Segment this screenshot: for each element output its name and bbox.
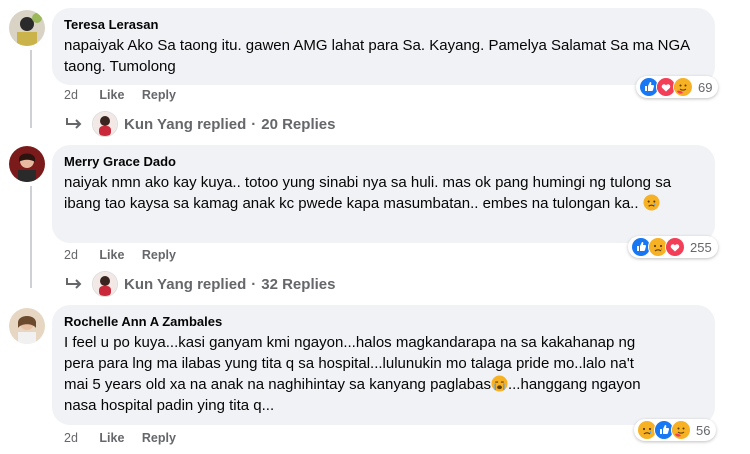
- reply-button[interactable]: Reply: [142, 88, 176, 102]
- view-replies[interactable]: Kun Yang replied · 32 Replies: [64, 271, 335, 297]
- reaction-count: 255: [690, 239, 712, 255]
- timestamp[interactable]: 2d: [64, 431, 78, 445]
- comment-text-line: I feel u po kuya...kasi ganyam kmi ngayo…: [64, 334, 636, 351]
- thread-line: [30, 50, 32, 128]
- reaction-summary[interactable]: 69: [636, 76, 719, 98]
- comment-actions: 2d Like Reply: [64, 88, 190, 102]
- avatar[interactable]: [9, 10, 45, 46]
- care-icon: [673, 77, 693, 97]
- replier-avatar: [92, 111, 118, 137]
- replied-by: Kun Yang replied: [124, 115, 247, 133]
- reply-arrow-icon: [66, 278, 82, 289]
- view-replies[interactable]: Kun Yang replied · 20 Replies: [64, 111, 335, 137]
- thread-line: [30, 186, 32, 288]
- comment-text-line: nasa hospital padin ying tita q...: [64, 397, 275, 414]
- avatar[interactable]: [9, 146, 45, 182]
- reaction-summary[interactable]: 56: [634, 419, 717, 441]
- author-name[interactable]: Rochelle Ann A Zambales: [64, 313, 703, 330]
- like-button[interactable]: Like: [99, 431, 124, 445]
- replied-by: Kun Yang replied: [124, 275, 247, 293]
- reply-arrow-icon: [66, 118, 82, 129]
- comment-text-line: pera para lng ma ilabas yung tita q sa h…: [64, 355, 634, 372]
- comment-text-segment: ...hanggang ngayon: [507, 376, 641, 393]
- comment-text-segment: mai 5 years old xa na anak na naghihinta…: [64, 376, 491, 393]
- love-icon: [665, 237, 685, 257]
- care-icon: [671, 420, 691, 440]
- author-name[interactable]: Merry Grace Dado: [64, 153, 703, 170]
- like-button[interactable]: Like: [99, 88, 124, 102]
- reply-button[interactable]: Reply: [142, 431, 176, 445]
- replies-count: 20 Replies: [261, 115, 336, 133]
- timestamp[interactable]: 2d: [64, 248, 78, 262]
- separator-dot: ·: [251, 275, 257, 293]
- reaction-count: 56: [696, 422, 711, 438]
- comment-text-body: naiyak nmn ako kay kuya.. totoo yung sin…: [64, 174, 672, 212]
- like-button[interactable]: Like: [99, 248, 124, 262]
- comment-bubble: Merry Grace Dado naiyak nmn ako kay kuya…: [52, 145, 715, 243]
- avatar[interactable]: [9, 308, 45, 344]
- crying-emoji-icon: [491, 375, 508, 392]
- comment-text: I feel u po kuya...kasi ganyam kmi ngayo…: [64, 332, 703, 416]
- replies-count: 32 Replies: [261, 275, 336, 293]
- comment-text: naiyak nmn ako kay kuya.. totoo yung sin…: [64, 172, 703, 214]
- reply-button[interactable]: Reply: [142, 248, 176, 262]
- reaction-count: 69: [698, 79, 713, 95]
- comment-actions: 2d Like Reply: [64, 248, 190, 262]
- comment-bubble: Teresa Lerasan napaiyak Ako Sa taong itu…: [52, 8, 715, 85]
- comment-actions: 2d Like Reply: [64, 431, 190, 445]
- sad-emoji-icon: [643, 194, 660, 211]
- comment-bubble: Rochelle Ann A Zambales I feel u po kuya…: [52, 305, 715, 425]
- author-name[interactable]: Teresa Lerasan: [64, 16, 703, 33]
- reaction-summary[interactable]: 255: [628, 236, 718, 258]
- separator-dot: ·: [251, 115, 257, 133]
- comment-text: napaiyak Ako Sa taong itu. gawen AMG lah…: [64, 37, 690, 75]
- timestamp[interactable]: 2d: [64, 88, 78, 102]
- comment-text-line: mai 5 years old xa na anak na naghihinta…: [64, 374, 703, 395]
- replier-avatar: [92, 271, 118, 297]
